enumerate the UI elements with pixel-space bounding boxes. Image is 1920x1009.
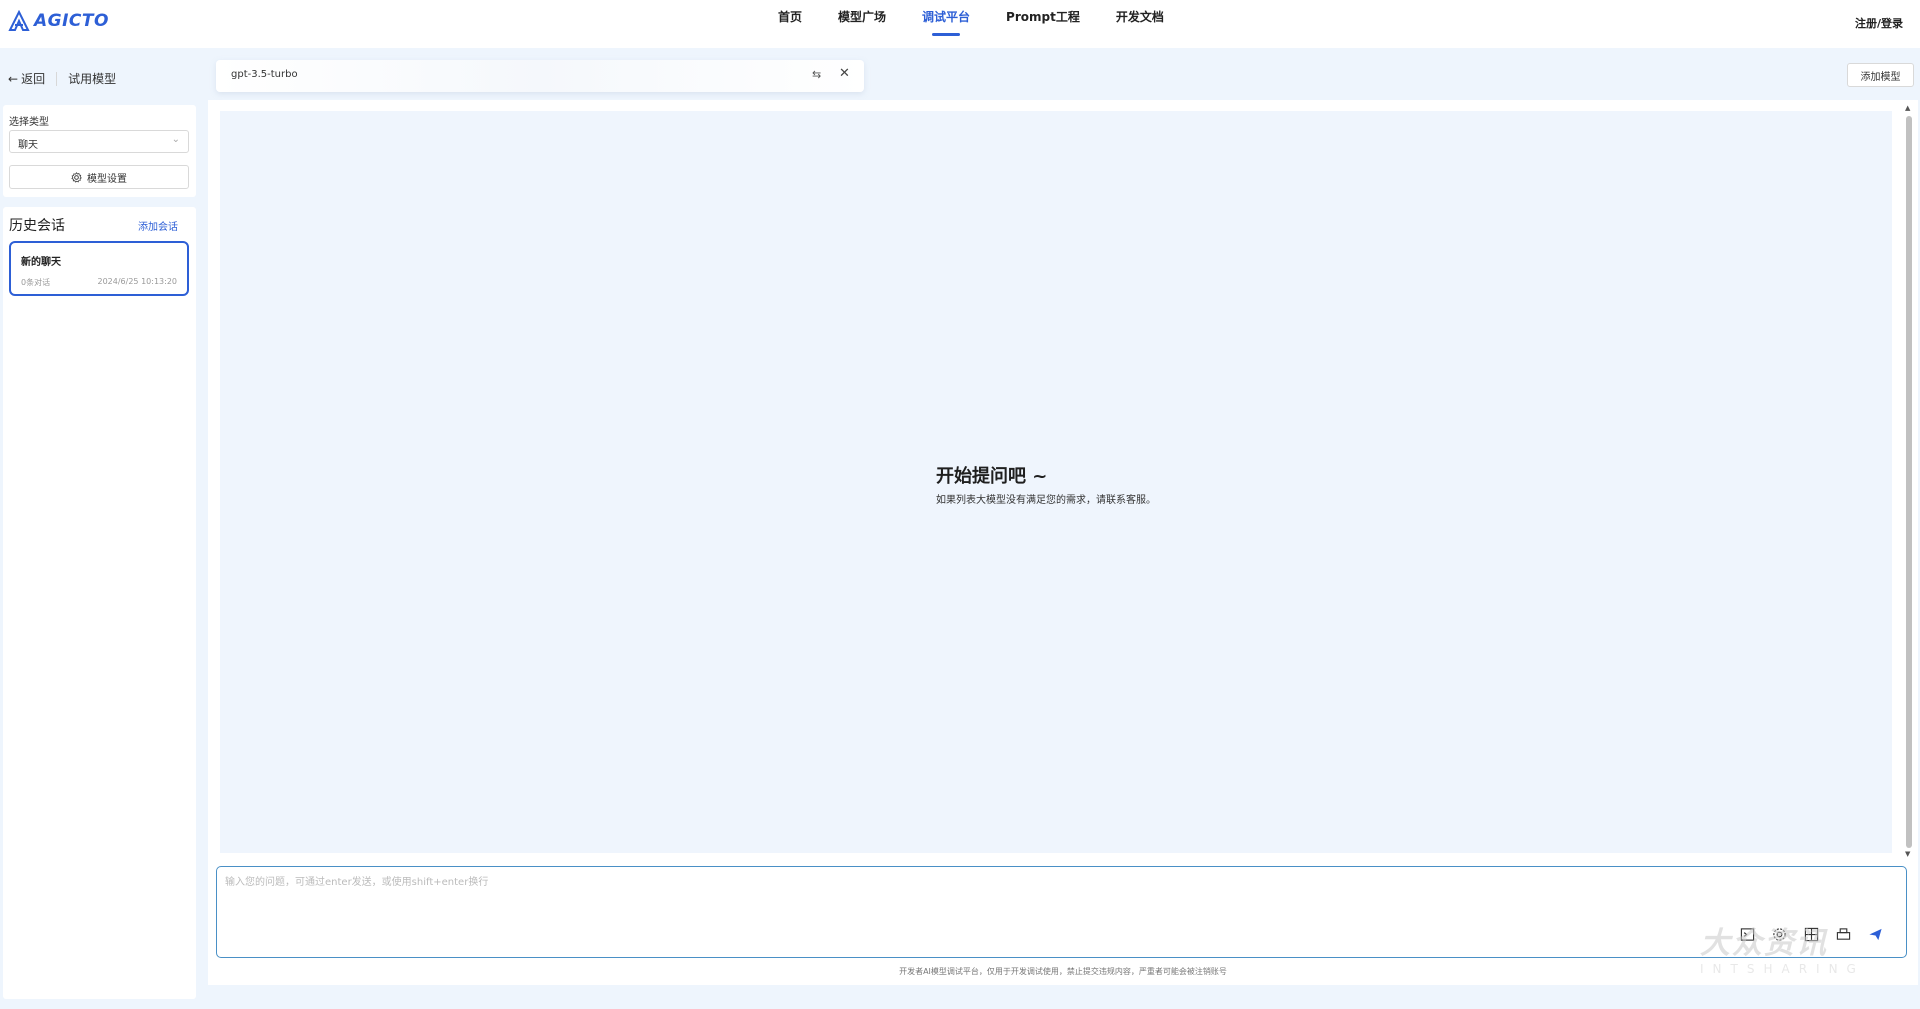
add-model-button[interactable]: 添加模型 bbox=[1847, 63, 1914, 87]
nav-item-prompt[interactable]: Prompt工程 bbox=[988, 0, 1098, 48]
add-session-button[interactable]: 添加会话 bbox=[138, 218, 178, 233]
scrollbar[interactable]: ▲ ▼ bbox=[1905, 104, 1913, 860]
chat-panel: 开始提问吧 ~ 如果列表大模型没有满足您的需求，请联系客服。 ▲ ▼ 输入您的问… bbox=[208, 100, 1918, 985]
empty-subtitle: 如果列表大模型没有满足您的需求，请联系客服。 bbox=[936, 495, 1156, 506]
empty-state: 开始提问吧 ~ 如果列表大模型没有满足您的需求，请联系客服。 bbox=[936, 462, 1156, 506]
nav-item-docs[interactable]: 开发文档 bbox=[1098, 0, 1182, 48]
scrollbar-thumb[interactable] bbox=[1906, 116, 1912, 848]
chevron-down-icon: ⌄ bbox=[171, 134, 180, 145]
logo-icon bbox=[8, 10, 30, 31]
session-count: 0条对话 bbox=[21, 278, 51, 287]
swap-icon[interactable]: ⇆ bbox=[812, 68, 821, 81]
nav-item-debug-platform[interactable]: 调试平台 bbox=[904, 0, 988, 48]
message-input-box bbox=[216, 866, 1907, 958]
scroll-down-icon[interactable]: ▼ bbox=[1905, 850, 1910, 858]
login-link[interactable]: 注册/登录 bbox=[1855, 15, 1903, 31]
scroll-up-icon[interactable]: ▲ bbox=[1905, 104, 1910, 112]
print-icon[interactable] bbox=[1834, 925, 1852, 943]
message-area: 开始提问吧 ~ 如果列表大模型没有满足您的需求，请联系客服。 bbox=[220, 111, 1892, 853]
back-button[interactable]: ← 返回 bbox=[8, 70, 45, 87]
history-panel: 历史会话 添加会话 新的聊天 0条对话 2024/6/25 10:13:20 bbox=[3, 207, 196, 999]
brand-name: AGICTO bbox=[34, 11, 109, 31]
type-panel: 选择类型 聊天 ⌄ 模型设置 bbox=[3, 105, 196, 197]
divider bbox=[56, 71, 58, 86]
empty-title: 开始提问吧 ~ bbox=[936, 466, 1048, 487]
page-title: 试用模型 bbox=[68, 72, 117, 86]
close-icon[interactable]: ✕ bbox=[839, 66, 850, 81]
arrow-left-icon: ← bbox=[8, 71, 19, 86]
history-title: 历史会话 bbox=[9, 218, 65, 234]
back-label: 返回 bbox=[21, 72, 46, 86]
footer-disclaimer: 开发者AI模型调试平台，仅用于开发调试使用，禁止提交违规内容，严重者可能会被注销… bbox=[899, 967, 1227, 976]
model-settings-button[interactable]: 模型设置 bbox=[9, 165, 189, 189]
top-navbar: AGICTO 首页 模型广场 调试平台 Prompt工程 开发文档 注册/登录 bbox=[0, 0, 1920, 48]
model-tab[interactable]: gpt-3.5-turbo ⇆ ✕ bbox=[216, 60, 864, 92]
model-settings-label: 模型设置 bbox=[87, 173, 127, 185]
breadcrumb: ← 返回 试用模型 bbox=[8, 70, 116, 87]
gear-icon bbox=[71, 171, 82, 183]
session-item[interactable]: 新的聊天 0条对话 2024/6/25 10:13:20 bbox=[9, 241, 189, 296]
send-icon[interactable] bbox=[1866, 925, 1884, 943]
main-nav: 首页 模型广场 调试平台 Prompt工程 开发文档 bbox=[760, 0, 1182, 48]
model-name: gpt-3.5-turbo bbox=[231, 69, 298, 80]
terminal-icon[interactable] bbox=[1738, 925, 1756, 943]
session-time: 2024/6/25 10:13:20 bbox=[97, 277, 178, 286]
type-select[interactable]: 聊天 ⌄ bbox=[9, 130, 189, 153]
nav-item-home[interactable]: 首页 bbox=[760, 0, 820, 48]
session-title: 新的聊天 bbox=[21, 257, 61, 268]
image-icon[interactable] bbox=[1802, 925, 1820, 943]
nav-item-model-square[interactable]: 模型广场 bbox=[820, 0, 904, 48]
message-input[interactable] bbox=[217, 867, 1906, 957]
input-toolbar bbox=[1738, 925, 1884, 943]
type-label: 选择类型 bbox=[9, 117, 49, 128]
brand-logo[interactable]: AGICTO bbox=[8, 10, 109, 32]
type-select-value: 聊天 bbox=[18, 140, 38, 151]
gear-icon[interactable] bbox=[1770, 925, 1788, 943]
